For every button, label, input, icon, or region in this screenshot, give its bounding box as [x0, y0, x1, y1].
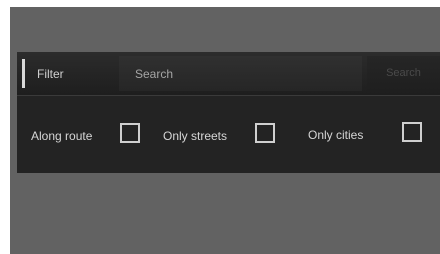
- filter-panel: Filter Search Along route Only streets O…: [17, 52, 440, 173]
- only-cities-checkbox[interactable]: [402, 122, 422, 142]
- option-along-route-label: Along route: [31, 129, 93, 143]
- option-only-cities[interactable]: Only cities: [308, 121, 428, 145]
- option-only-streets-label: Only streets: [163, 129, 228, 143]
- along-route-checkbox[interactable]: [120, 123, 140, 143]
- search-button[interactable]: Search: [367, 56, 440, 91]
- search-input[interactable]: [119, 56, 362, 91]
- only-streets-checkbox[interactable]: [255, 123, 275, 143]
- filter-accent-marker: [22, 59, 25, 88]
- filter-bar: Filter Search: [17, 52, 440, 96]
- option-only-cities-label: Only cities: [308, 128, 364, 142]
- option-only-streets[interactable]: Only streets: [163, 121, 288, 145]
- option-along-route[interactable]: Along route: [29, 121, 142, 145]
- filter-label: Filter: [37, 67, 64, 81]
- map-screen: Filter Search Along route Only streets O…: [10, 7, 440, 254]
